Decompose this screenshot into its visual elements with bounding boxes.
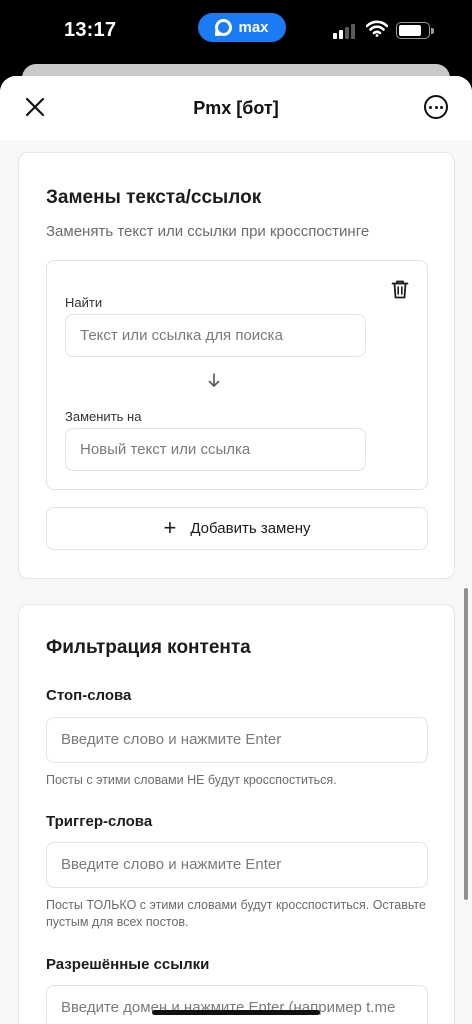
replace-label: Заменить на [65,409,142,424]
stop-words-hint: Посты с этими словами НЕ будут кросспост… [46,773,337,787]
replace-input[interactable]: Новый текст или ссылка [65,428,366,471]
find-label: Найти [65,295,103,310]
trigger-words-input[interactable]: Введите слово и нажмите Enter [46,842,428,888]
trigger-words-label: Триггер-слова [46,813,153,830]
find-input[interactable]: Текст или ссылка для поиска [65,314,366,357]
filter-card: Фильтрация контента Стоп-слова Введите с… [18,604,455,1024]
allowed-links-input[interactable]: Введите домен и нажмите Enter (например … [46,985,428,1024]
replacement-rule: Найти Текст или ссылка для поиска Замени… [46,260,428,490]
stop-words-input[interactable]: Введите слово и нажмите Enter [46,717,428,763]
battery-icon [396,22,434,39]
arrow-down-icon [208,373,220,387]
replacements-subtitle: Заменять текст или ссылки при кросспости… [46,223,370,240]
max-pill-label: max [238,19,269,36]
max-app-pill[interactable]: max [198,13,286,42]
scrollbar[interactable] [464,588,468,900]
replacements-card: Замены текста/ссылок Заменять текст или … [18,152,455,579]
add-replacement-label: Добавить замену [190,520,311,537]
home-indicator[interactable] [152,1010,320,1015]
max-logo-icon [215,19,233,36]
replacements-title: Замены текста/ссылок [46,187,262,208]
sheet-title: Pmx [бот] [193,98,279,118]
trigger-words-hint: Посты ТОЛЬКО с этими словами будут кросс… [46,898,426,929]
allowed-links-label: Разрешённые ссылки [46,956,210,973]
status-bar: 13:17 max [0,0,472,62]
add-replacement-button[interactable]: + Добавить замену [46,507,428,550]
cellular-signal-icon [333,24,355,39]
stop-words-label: Стоп-слова [46,687,132,704]
status-time: 13:17 [64,19,117,41]
plus-icon: + [163,514,177,540]
bot-settings-sheet: Pmx [бот] Замены текста/ссылок Заменять … [0,76,472,1024]
trash-icon[interactable] [391,279,409,299]
filter-title: Фильтрация контента [46,637,251,658]
wifi-icon [366,20,388,37]
sheet-header: Pmx [бот] [0,76,472,140]
more-icon[interactable] [424,95,448,119]
